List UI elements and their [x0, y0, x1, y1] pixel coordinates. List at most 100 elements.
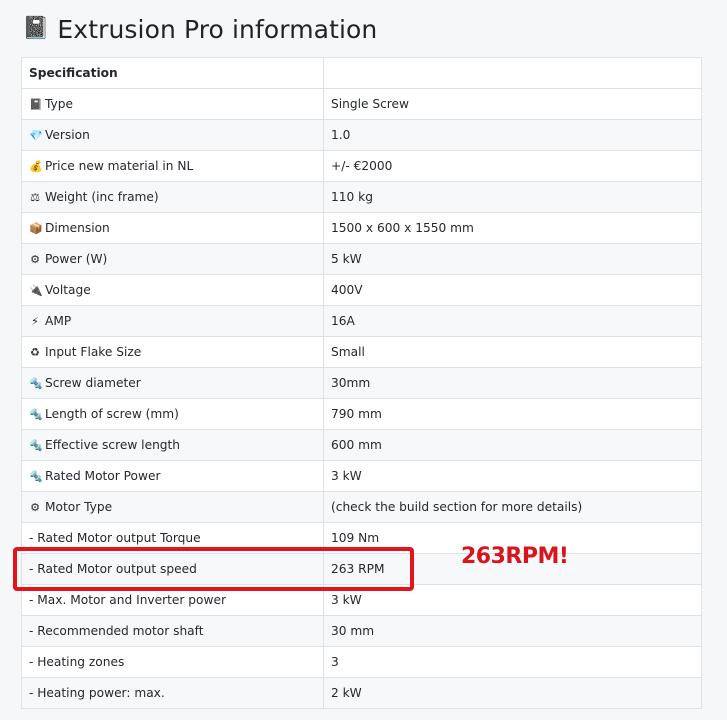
spec-value: 110 kg	[323, 181, 702, 213]
spec-label: - Heating zones	[29, 655, 125, 669]
spec-value: 16A	[323, 305, 702, 337]
table-row: 🔩 Length of screw (mm) 790 mm	[21, 398, 702, 430]
spec-label: Power (W)	[45, 252, 108, 266]
spec-label-cell: ⚖ Weight (inc frame)	[21, 181, 324, 213]
spec-value: 3 kW	[323, 460, 702, 492]
spec-value: 30 mm	[323, 615, 702, 647]
plug-icon: 🔌	[29, 284, 43, 297]
wrench-icon: 🔩	[29, 470, 43, 483]
spec-label-cell: 🔩 Screw diameter	[21, 367, 324, 399]
table-row: ⚖ Weight (inc frame) 110 kg	[21, 181, 702, 213]
spec-value: 3 kW	[323, 584, 702, 616]
spec-label-cell: ⚙ Power (W)	[21, 243, 324, 275]
spec-value: 790 mm	[323, 398, 702, 430]
spec-label-cell: - Max. Motor and Inverter power	[21, 584, 324, 616]
page-title-text: Extrusion Pro information	[57, 14, 378, 44]
spec-value: +/- €2000	[323, 150, 702, 182]
table-row: ♻ Input Flake Size Small	[21, 336, 702, 368]
spec-label-cell: 🔩 Effective screw length	[21, 429, 324, 461]
spec-label-cell: 🔌 Voltage	[21, 274, 324, 306]
table-header-specification: Specification	[21, 57, 324, 89]
spec-label: Screw diameter	[45, 376, 141, 390]
spec-label: Version	[45, 128, 90, 142]
gem-icon: 💎	[29, 129, 43, 142]
table-row: - Recommended motor shaft 30 mm	[21, 615, 702, 647]
spec-label-cell: - Recommended motor shaft	[21, 615, 324, 647]
spec-label: - Heating power: max.	[29, 686, 165, 700]
spec-value: 5 kW	[323, 243, 702, 275]
spec-label: Input Flake Size	[45, 345, 142, 359]
table-header-row: Specification	[21, 57, 702, 89]
spec-value: 600 mm	[323, 429, 702, 461]
table-row: - Rated Motor output Torque 109 Nm	[21, 522, 702, 554]
gear-icon: ⚙	[30, 501, 40, 514]
spec-label: - Max. Motor and Inverter power	[29, 593, 226, 607]
notebook-icon: 📓	[29, 98, 43, 111]
recycle-icon: ♻	[30, 346, 40, 359]
table-row: 🔩 Rated Motor Power 3 kW	[21, 460, 702, 492]
spec-value: Small	[323, 336, 702, 368]
spec-label-cell: 🔩 Length of screw (mm)	[21, 398, 324, 430]
spec-label: Dimension	[45, 221, 110, 235]
lightning-icon: ⚡	[31, 315, 39, 328]
spec-label: - Rated Motor output Torque	[29, 531, 201, 545]
table-row: - Heating zones 3	[21, 646, 702, 678]
table-row: - Rated Motor output speed 263 RPM	[21, 553, 702, 585]
spec-label-cell: 💰 Price new material in NL	[21, 150, 324, 182]
notebook-icon: 📓	[22, 16, 50, 41]
spec-value: Single Screw	[323, 88, 702, 120]
wrench-icon: 🔩	[29, 439, 43, 452]
table-row: 📦 Dimension 1500 x 600 x 1550 mm	[21, 212, 702, 244]
table-row: 🔩 Effective screw length 600 mm	[21, 429, 702, 461]
spec-label: Voltage	[45, 283, 91, 297]
spec-label-cell: 🔩 Rated Motor Power	[21, 460, 324, 492]
specification-table: Specification 📓 Type Single Screw 💎 Version 1…	[21, 57, 702, 709]
table-row: ⚡ AMP 16A	[21, 305, 702, 337]
spec-label: Type	[45, 97, 73, 111]
scale-icon: ⚖	[30, 191, 40, 204]
table-header-value	[323, 57, 702, 89]
spec-label-cell: 📦 Dimension	[21, 212, 324, 244]
money-bag-icon: 💰	[29, 160, 43, 173]
table-row: 🔌 Voltage 400V	[21, 274, 702, 306]
table-row: - Heating power: max. 2 kW	[21, 677, 702, 709]
spec-label-cell: - Rated Motor output Torque	[21, 522, 324, 554]
spec-label: Price new material in NL	[45, 159, 194, 173]
spec-label: Motor Type	[45, 500, 113, 514]
table-row: 🔩 Screw diameter 30mm	[21, 367, 702, 399]
spec-label-cell: ⚙ Motor Type	[21, 491, 324, 523]
table-row: 📓 Type Single Screw	[21, 88, 702, 120]
spec-label: Length of screw (mm)	[45, 407, 179, 421]
spec-label: Weight (inc frame)	[45, 190, 159, 204]
spec-label-cell: - Rated Motor output speed	[21, 553, 324, 585]
spec-value: 2 kW	[323, 677, 702, 709]
spec-label-cell: - Heating power: max.	[21, 677, 324, 709]
wrench-icon: 🔩	[29, 408, 43, 421]
spec-label: - Recommended motor shaft	[29, 624, 204, 638]
spec-value: (check the build section for more detail…	[323, 491, 702, 523]
table-row: 💎 Version 1.0	[21, 119, 702, 151]
spec-label-cell: ♻ Input Flake Size	[21, 336, 324, 368]
page-title: 📓 Extrusion Pro information	[22, 12, 377, 46]
table-row: 💰 Price new material in NL +/- €2000	[21, 150, 702, 182]
gear-icon: ⚙	[30, 253, 40, 266]
table-row: - Max. Motor and Inverter power 3 kW	[21, 584, 702, 616]
spec-label-cell: 💎 Version	[21, 119, 324, 151]
spec-value: 3	[323, 646, 702, 678]
wrench-icon: 🔩	[29, 377, 43, 390]
spec-label: AMP	[45, 314, 72, 328]
spec-label: Effective screw length	[45, 438, 181, 452]
spec-label-cell: 📓 Type	[21, 88, 324, 120]
spec-value: 30mm	[323, 367, 702, 399]
spec-label: Rated Motor Power	[45, 469, 161, 483]
table-row: ⚙ Motor Type (check the build section for …	[21, 491, 702, 523]
spec-value: 1.0	[323, 119, 702, 151]
spec-value: 400V	[323, 274, 702, 306]
spec-label: - Rated Motor output speed	[29, 562, 197, 576]
annotation-label: 263RPM!	[461, 544, 569, 569]
spec-label-cell: ⚡ AMP	[21, 305, 324, 337]
spec-value: 1500 x 600 x 1550 mm	[323, 212, 702, 244]
package-icon: 📦	[29, 222, 43, 235]
spec-label-cell: - Heating zones	[21, 646, 324, 678]
table-row: ⚙ Power (W) 5 kW	[21, 243, 702, 275]
